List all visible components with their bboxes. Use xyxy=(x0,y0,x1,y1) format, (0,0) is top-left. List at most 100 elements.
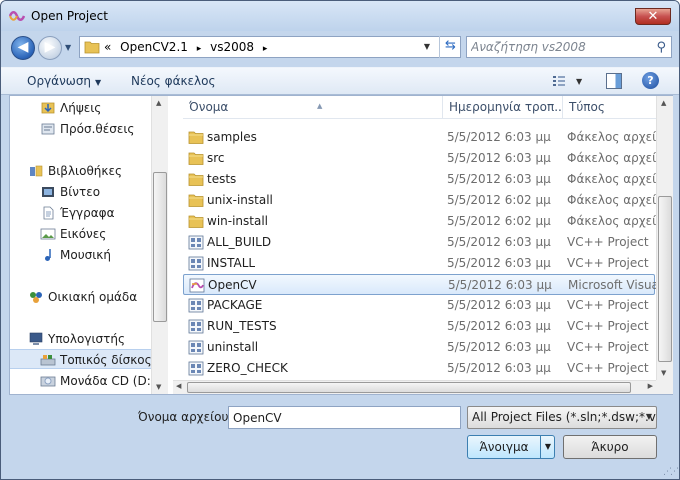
file-row[interactable]: tests 5/5/2012 6:03 μμ Φάκελος αρχείων xyxy=(183,169,656,190)
folder-icon xyxy=(188,152,204,165)
navigation-pane-scrollbar[interactable]: ▲ ▼ xyxy=(151,96,168,394)
title-bar[interactable]: Open Project ✕ xyxy=(1,1,679,31)
command-bar: Οργάνωση ▼ Νέος φάκελος ▼ ? xyxy=(1,67,679,95)
views-dropdown-icon[interactable]: ▼ xyxy=(576,77,582,86)
file-list: Όνομα ▲ Ημερομηνία τροπ... Τύπος samples… xyxy=(173,96,656,380)
file-date: 5/5/2012 6:03 μμ xyxy=(447,298,551,312)
arrow-right-icon: ▶ xyxy=(44,39,56,55)
sidebar-item[interactable]: Έγγραφα xyxy=(10,203,151,223)
help-icon[interactable]: ? xyxy=(642,72,659,89)
file-name: PACKAGE xyxy=(207,298,263,312)
file-row[interactable]: uninstall 5/5/2012 6:03 μμ VC++ Project xyxy=(183,337,655,358)
sidebar-item[interactable]: Βίντεο xyxy=(10,182,151,202)
open-button-label: Άνοιγμα xyxy=(479,440,529,454)
preview-pane-icon[interactable] xyxy=(606,73,622,89)
scroll-up-icon[interactable]: ▲ xyxy=(156,99,161,107)
column-header-name[interactable]: Όνομα ▲ xyxy=(183,96,443,119)
refresh-icon: ⇆ xyxy=(445,38,456,53)
file-date: 5/5/2012 6:02 μμ xyxy=(447,193,551,207)
scroll-right-icon[interactable]: ▶ xyxy=(648,382,653,390)
local-disk-icon xyxy=(40,355,56,366)
scroll-left-icon[interactable]: ◀ xyxy=(176,382,181,390)
documents-icon xyxy=(43,206,54,220)
sidebar-item[interactable]: Εικόνες xyxy=(10,224,151,244)
file-row[interactable]: ZERO_CHECK 5/5/2012 6:03 μμ VC++ Project xyxy=(183,358,655,379)
views-icon[interactable] xyxy=(552,74,566,88)
music-icon xyxy=(45,249,51,261)
scroll-thumb[interactable] xyxy=(658,196,672,362)
sidebar-item[interactable]: Πρόσ.θέσεις xyxy=(10,119,151,139)
search-icon[interactable]: ⚲ xyxy=(656,40,666,55)
search-input[interactable] xyxy=(471,39,647,55)
breadcrumb-separator-icon[interactable]: ▸ xyxy=(263,44,268,54)
scroll-down-icon[interactable]: ▼ xyxy=(661,369,666,377)
scroll-up-icon[interactable]: ▲ xyxy=(661,99,666,107)
recent-locations-dropdown-icon[interactable]: ▼ xyxy=(65,43,71,52)
window-title: Open Project xyxy=(31,9,108,23)
sidebar-item[interactable]: Βιβλιοθήκες xyxy=(10,161,151,181)
breadcrumb-item-vs2008[interactable]: vs2008 xyxy=(210,40,254,54)
file-row[interactable]: INSTALL 5/5/2012 6:03 μμ VC++ Project xyxy=(183,253,655,274)
address-bar[interactable]: « OpenCV2.1 ▸ vs2008 ▸ ▼ xyxy=(79,36,461,58)
open-options-dropdown-icon[interactable]: ▼ xyxy=(540,436,555,458)
file-row[interactable]: PACKAGE 5/5/2012 6:03 μμ VC++ Project xyxy=(183,295,655,316)
sidebar-item[interactable]: Λήψεις xyxy=(10,98,151,118)
file-row[interactable]: RUN_TESTS 5/5/2012 6:03 μμ VC++ Project xyxy=(183,316,655,337)
file-date: 5/5/2012 6:03 μμ xyxy=(447,151,551,165)
file-name: win-install xyxy=(207,214,269,228)
new-folder-button[interactable]: Νέος φάκελος xyxy=(131,74,216,88)
open-button[interactable]: Άνοιγμα ▼ xyxy=(467,435,555,459)
sort-ascending-icon: ▲ xyxy=(317,102,323,110)
chevron-down-icon[interactable]: ▼ xyxy=(424,42,430,51)
file-name: ALL_BUILD xyxy=(207,235,272,249)
column-header-type[interactable]: Τύπος xyxy=(563,96,656,119)
file-row[interactable]: ALL_BUILD 5/5/2012 6:03 μμ VC++ Project xyxy=(183,232,655,253)
file-date: 5/5/2012 6:03 μμ xyxy=(447,319,551,333)
file-list-horizontal-scrollbar[interactable]: ◀ ▶ xyxy=(173,380,656,394)
close-button[interactable]: ✕ xyxy=(635,8,671,25)
cancel-button[interactable]: Άκυρο xyxy=(563,435,657,459)
resize-grip-icon[interactable]: ⋰⋰ xyxy=(663,467,679,477)
forward-button[interactable]: ▶ xyxy=(38,36,62,60)
sidebar-item-label: Λήψεις xyxy=(60,101,102,115)
filename-input[interactable] xyxy=(228,406,461,429)
file-type: Φάκελος αρχείων xyxy=(567,172,656,186)
file-row[interactable]: src 5/5/2012 6:03 μμ Φάκελος αρχείων xyxy=(183,148,656,169)
folder-icon xyxy=(188,215,204,228)
arrow-left-icon: ◀ xyxy=(17,39,29,55)
file-row[interactable]: OpenCV 5/5/2012 6:03 μμ Microsoft Visual xyxy=(183,274,656,295)
file-list-vertical-scrollbar[interactable]: ▲ ▼ xyxy=(656,96,673,380)
sidebar-item[interactable]: Μουσική xyxy=(10,245,151,265)
file-type: VC++ Project xyxy=(567,298,649,312)
folder-icon xyxy=(188,173,204,186)
sidebar-item-label: Τοπικός δίσκος ( xyxy=(60,353,151,367)
organize-button[interactable]: Οργάνωση ▼ xyxy=(27,74,101,88)
file-row[interactable]: samples 5/5/2012 6:03 μμ Φάκελος αρχείων xyxy=(183,127,656,148)
sidebar-item[interactable]: Υπολογιστής xyxy=(10,329,151,349)
column-header-date[interactable]: Ημερομηνία τροπ... xyxy=(443,96,563,119)
project-file-icon xyxy=(188,298,204,313)
scrollbar-corner xyxy=(656,380,673,394)
file-name: INSTALL xyxy=(207,256,256,270)
sidebar-item[interactable]: Μονάδα CD (D:) xyxy=(10,371,151,391)
file-type-value: All Project Files (*.sln;*.dsw;*.vc xyxy=(472,410,657,424)
back-button[interactable]: ◀ xyxy=(11,36,35,60)
breadcrumb-item-opencv[interactable]: OpenCV2.1 xyxy=(120,40,188,54)
scroll-thumb[interactable] xyxy=(187,382,631,393)
project-file-icon xyxy=(188,340,204,355)
scroll-down-icon[interactable]: ▼ xyxy=(156,383,161,391)
file-type-select[interactable]: All Project Files (*.sln;*.dsw;*.vc ▼ xyxy=(467,406,657,429)
scroll-thumb[interactable] xyxy=(153,172,167,322)
sidebar-item[interactable]: Οικιακή ομάδα xyxy=(10,287,151,307)
file-type: Φάκελος αρχείων xyxy=(567,214,656,228)
file-name: uninstall xyxy=(207,340,259,354)
breadcrumb-separator-icon[interactable]: ▸ xyxy=(197,44,202,54)
sidebar-item[interactable]: Τοπικός δίσκος ( xyxy=(10,349,151,369)
file-row[interactable]: unix-install 5/5/2012 6:02 μμ Φάκελος αρχε… xyxy=(183,190,656,211)
file-type: VC++ Project xyxy=(567,256,649,270)
file-type: Φάκελος αρχείων xyxy=(567,193,656,207)
breadcrumb-overflow[interactable]: « xyxy=(104,40,111,54)
file-row[interactable]: win-install 5/5/2012 6:02 μμ Φάκελος αρχεί… xyxy=(183,211,656,232)
refresh-button[interactable]: ⇆ xyxy=(439,36,461,58)
sidebar-item-label: Βίντεο xyxy=(60,185,101,199)
